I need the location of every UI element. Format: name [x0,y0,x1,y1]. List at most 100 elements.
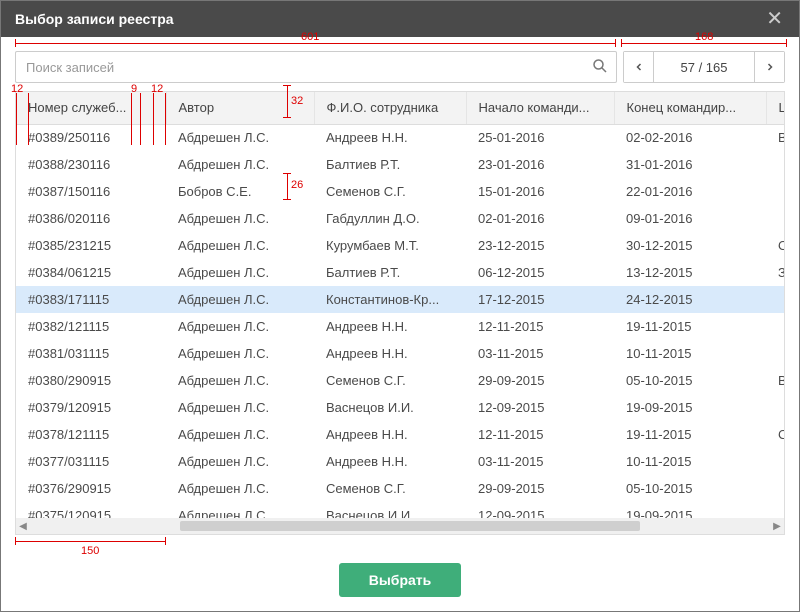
col-author[interactable]: Автор [166,92,314,124]
scroll-thumb[interactable] [180,521,640,531]
cell-author: Абдрешен Л.С. [166,205,314,232]
table-row[interactable]: #0387/150116Бобров С.Е.Семенов С.Г.15-01… [16,178,784,205]
cell-end: 05-10-2015 [614,367,766,394]
cell-num: #0380/290915 [16,367,166,394]
select-button[interactable]: Выбрать [339,563,462,597]
cell-num: #0376/290915 [16,475,166,502]
cell-author: Абдрешен Л.С. [166,367,314,394]
table-row[interactable]: #0379/120915Абдрешен Л.С.Васнецов И.И.12… [16,394,784,421]
table-row[interactable]: #0386/020116Абдрешен Л.С.Габдуллин Д.О.0… [16,205,784,232]
table-wrap: Номер служеб... Автор Ф.И.О. сотрудника … [15,91,785,535]
scroll-right-icon[interactable]: ▶ [770,519,784,533]
cell-author: Абдрешен Л.С. [166,124,314,151]
records-table: Номер служеб... Автор Ф.И.О. сотрудника … [16,92,784,518]
cell-end: 30-12-2015 [614,232,766,259]
cell-author: Абдрешен Л.С. [166,394,314,421]
cell-author: Абдрешен Л.С. [166,232,314,259]
cell-goal: Оз [766,232,784,259]
cell-start: 12-09-2015 [466,394,614,421]
search-wrap [15,51,617,83]
cell-fio: Курумбаев М.Т. [314,232,466,259]
pager-next-button[interactable] [754,52,784,82]
cell-fio: Андреев Н.Н. [314,313,466,340]
cell-fio: Балтиев Р.Т. [314,259,466,286]
cell-end: 31-01-2016 [614,151,766,178]
cell-end: 02-02-2016 [614,124,766,151]
table-row[interactable]: #0383/171115Абдрешен Л.С.Константинов-Кр… [16,286,784,313]
search-input[interactable] [15,51,617,83]
cell-author: Абдрешен Л.С. [166,313,314,340]
table-row[interactable]: #0378/121115Абдрешен Л.С.Андреев Н.Н.12-… [16,421,784,448]
table-header-row: Номер служеб... Автор Ф.И.О. сотрудника … [16,92,784,124]
registry-picker-dialog: Выбор записи реестра ✕ 57 / 165 [0,0,800,612]
cell-fio: Константинов-Кр... [314,286,466,313]
cell-end: 24-12-2015 [614,286,766,313]
pager-prev-button[interactable] [624,52,654,82]
table-row[interactable]: #0375/120915Абдрешен Л.С.Васнецов И.И.12… [16,502,784,518]
cell-start: 12-09-2015 [466,502,614,518]
cell-goal [766,286,784,313]
col-start[interactable]: Начало команди... [466,92,614,124]
cell-end: 10-11-2015 [614,340,766,367]
cell-num: #0386/020116 [16,205,166,232]
cell-end: 10-11-2015 [614,448,766,475]
scroll-track[interactable] [30,520,770,532]
close-icon[interactable]: ✕ [760,7,789,31]
cell-num: #0388/230116 [16,151,166,178]
cell-goal: Св [766,421,784,448]
cell-end: 19-09-2015 [614,394,766,421]
cell-start: 29-09-2015 [466,475,614,502]
cell-goal [766,475,784,502]
cell-start: 17-12-2015 [466,286,614,313]
pager-position: 57 / 165 [654,52,754,82]
col-number[interactable]: Номер служеб... [16,92,166,124]
table-row[interactable]: #0389/250116Абдрешен Л.С.Андреев Н.Н.25-… [16,124,784,151]
cell-end: 13-12-2015 [614,259,766,286]
cell-start: 29-09-2015 [466,367,614,394]
table-row[interactable]: #0384/061215Абдрешен Л.С.Балтиев Р.Т.06-… [16,259,784,286]
col-end[interactable]: Конец командир... [614,92,766,124]
cell-author: Бобров С.Е. [166,178,314,205]
cell-author: Абдрешен Л.С. [166,475,314,502]
table-row[interactable]: #0380/290915Абдрешен Л.С.Семенов С.Г.29-… [16,367,784,394]
table-row[interactable]: #0376/290915Абдрешен Л.С.Семенов С.Г.29-… [16,475,784,502]
cell-start: 12-11-2015 [466,421,614,448]
dialog-title: Выбор записи реестра [15,11,174,27]
cell-fio: Семенов С.Г. [314,178,466,205]
cell-fio: Балтиев Р.Т. [314,151,466,178]
cell-author: Абдрешен Л.С. [166,286,314,313]
cell-author: Абдрешен Л.С. [166,151,314,178]
table-row[interactable]: #0382/121115Абдрешен Л.С.Андреев Н.Н.12-… [16,313,784,340]
cell-author: Абдрешен Л.С. [166,502,314,518]
cell-end: 22-01-2016 [614,178,766,205]
cell-goal [766,502,784,518]
table-row[interactable]: #0381/031115Абдрешен Л.С.Андреев Н.Н.03-… [16,340,784,367]
col-fio[interactable]: Ф.И.О. сотрудника [314,92,466,124]
cell-fio: Семенов С.Г. [314,475,466,502]
cell-num: #0377/031115 [16,448,166,475]
dialog-body: 57 / 165 Номер служеб... Автор [1,37,799,549]
cell-fio: Андреев Н.Н. [314,448,466,475]
table-scroll[interactable]: Номер служеб... Автор Ф.И.О. сотрудника … [16,92,784,518]
cell-num: #0385/231215 [16,232,166,259]
toolbar: 57 / 165 [15,51,785,83]
cell-start: 06-12-2015 [466,259,614,286]
cell-author: Абдрешен Л.С. [166,421,314,448]
table-row[interactable]: #0388/230116Абдрешен Л.С.Балтиев Р.Т.23-… [16,151,784,178]
cell-author: Абдрешен Л.С. [166,448,314,475]
cell-goal [766,151,784,178]
cell-fio: Семенов С.Г. [314,367,466,394]
cell-goal [766,340,784,367]
cell-goal: Зн [766,259,784,286]
col-goal[interactable]: Це [766,92,784,124]
table-row[interactable]: #0385/231215Абдрешен Л.С.Курумбаев М.Т.2… [16,232,784,259]
horizontal-scrollbar[interactable]: ◀ ▶ [16,518,784,534]
pager: 57 / 165 [623,51,785,83]
cell-end: 19-11-2015 [614,421,766,448]
scroll-left-icon[interactable]: ◀ [16,519,30,533]
table-row[interactable]: #0377/031115Абдрешен Л.С.Андреев Н.Н.03-… [16,448,784,475]
cell-goal [766,394,784,421]
cell-end: 19-09-2015 [614,502,766,518]
cell-start: 03-11-2015 [466,340,614,367]
cell-start: 23-01-2016 [466,151,614,178]
